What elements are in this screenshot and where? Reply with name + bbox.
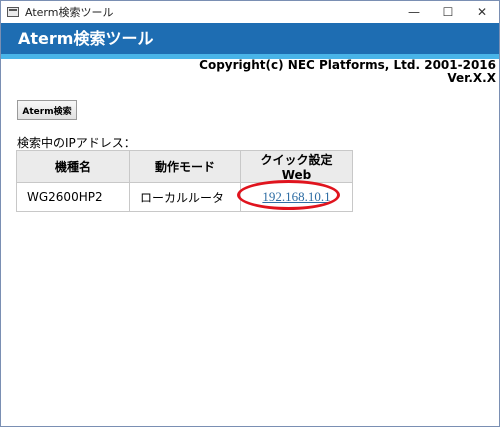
minimize-button[interactable]: — xyxy=(397,1,431,23)
app-window-icon xyxy=(7,7,19,17)
column-header-quick-setup-web: クイック設定Web xyxy=(240,150,353,183)
app-header: Aterm検索ツール xyxy=(1,23,499,54)
title-bar[interactable]: Aterm検索ツール — ☐ ✕ xyxy=(1,1,499,23)
quick-setup-web-cell: 192.168.10.1 xyxy=(237,180,353,212)
aterm-search-button[interactable]: Aterm検索 xyxy=(17,100,77,120)
app-window: Aterm検索ツール — ☐ ✕ Aterm検索ツール Copyright(c)… xyxy=(0,0,500,427)
version-text: Ver.X.X xyxy=(447,71,496,85)
table-header-row: 機種名 動作モード クイック設定Web xyxy=(16,150,353,183)
window-title: Aterm検索ツール xyxy=(25,6,114,19)
mode-cell: ローカルルータ xyxy=(129,182,241,212)
maximize-button[interactable]: ☐ xyxy=(431,1,465,23)
table-row: WG2600HP2 ローカルルータ 192.168.10.1 xyxy=(16,180,353,212)
results-table: 機種名 動作モード クイック設定Web WG2600HP2 ローカルルータ 19… xyxy=(16,150,353,212)
column-header-mode: 動作モード xyxy=(129,150,241,183)
ip-address-link[interactable]: 192.168.10.1 xyxy=(262,189,330,204)
model-cell: WG2600HP2 xyxy=(16,182,130,212)
copyright-block: Copyright(c) NEC Platforms, Ltd. 2001-20… xyxy=(199,59,496,85)
searching-ip-label: 検索中のIPアドレス： xyxy=(17,136,136,150)
window-controls: — ☐ ✕ xyxy=(397,1,499,23)
column-header-model: 機種名 xyxy=(16,150,130,183)
close-button[interactable]: ✕ xyxy=(465,1,499,23)
